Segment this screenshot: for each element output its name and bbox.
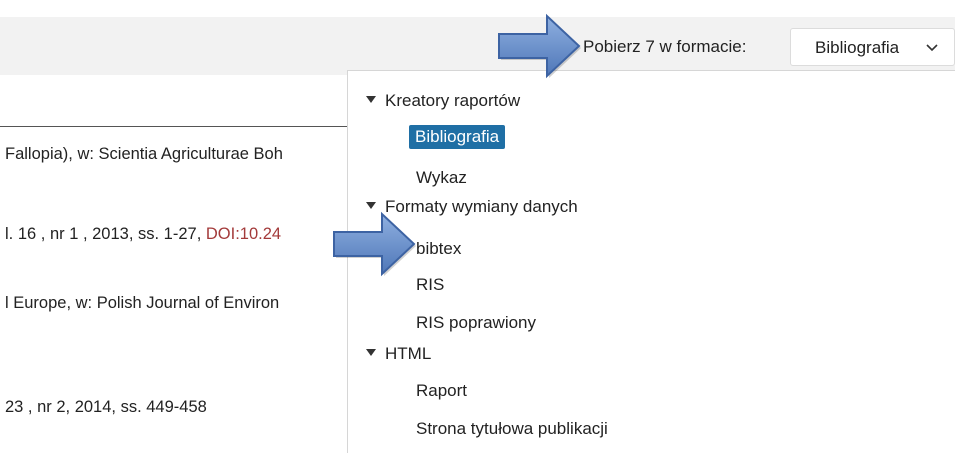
group-html[interactable]: HTML xyxy=(366,344,431,364)
menu-item-raport[interactable]: Raport xyxy=(416,381,467,401)
export-label: Pobierz 7 w formacie: xyxy=(583,37,747,56)
format-select[interactable]: Bibliografia xyxy=(790,28,955,66)
results-list: Fallopia), w: Scientia Agriculturae Boh … xyxy=(0,0,347,453)
menu-item-bibliografia[interactable]: Bibliografia xyxy=(409,125,506,149)
divider xyxy=(0,126,347,127)
group-kreatory-raportow[interactable]: Kreatory raportów xyxy=(366,91,520,111)
result-row: l Europe, w: Polish Journal of Environ xyxy=(5,294,280,312)
chevron-down-icon xyxy=(926,44,938,52)
annotation-arrow-icon xyxy=(498,13,581,79)
result-row: l. 16 , nr 1 , 2013, ss. 1-27, DOI:10.24 xyxy=(5,225,282,243)
result-row: Fallopia), w: Scientia Agriculturae Boh xyxy=(5,145,283,163)
menu-item-wykaz[interactable]: Wykaz xyxy=(416,168,467,188)
caret-down-icon xyxy=(366,202,376,209)
caret-down-icon xyxy=(366,96,376,103)
menu-item-ris-poprawiony[interactable]: RIS poprawiony xyxy=(416,313,536,333)
format-select-value: Bibliografia xyxy=(815,38,900,57)
result-row: 23 , nr 2, 2014, ss. 449-458 xyxy=(5,398,207,416)
caret-down-icon xyxy=(366,349,376,356)
menu-item-bibtex[interactable]: bibtex xyxy=(416,239,461,259)
doi-link[interactable]: DOI:10.24 xyxy=(206,225,281,243)
annotation-arrow-icon xyxy=(333,211,416,277)
menu-item-ris[interactable]: RIS xyxy=(416,275,444,295)
format-dropdown-menu: Kreatory raportów Bibliografia Wykaz For… xyxy=(347,70,955,453)
menu-item-strona-tytulowa[interactable]: Strona tytułowa publikacji xyxy=(416,419,608,439)
